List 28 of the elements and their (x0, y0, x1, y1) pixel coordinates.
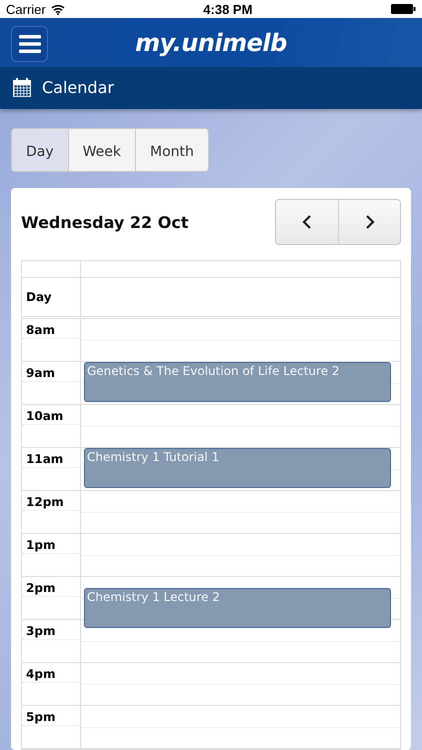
menu-icon (18, 35, 40, 54)
hour-label: 12pm (22, 491, 80, 512)
status-time: 4:38 PM (203, 2, 252, 17)
app-logo: my.unimelb (135, 28, 287, 57)
section-title: Calendar (42, 78, 114, 98)
hour-label: 5pm (22, 706, 80, 726)
previous-button[interactable] (276, 200, 338, 244)
hour-label: 8am (22, 319, 80, 340)
hour-label: 3pm (22, 620, 80, 640)
hour-label: 9am (22, 362, 80, 382)
hour-label: 1pm (22, 534, 80, 554)
chevron-right-icon (364, 215, 374, 230)
view-tab[interactable]: Month (135, 128, 208, 171)
carrier-name: Carrier (6, 2, 46, 17)
all-day-label: Day (26, 290, 52, 304)
next-button[interactable] (338, 200, 400, 244)
menu-button[interactable] (11, 26, 48, 62)
calendar-icon (12, 78, 32, 98)
wifi-icon (50, 4, 65, 15)
date-title: Wednesday 22 Oct (21, 212, 188, 232)
view-tab[interactable]: Week (68, 128, 136, 171)
hour-label: 4pm (22, 663, 80, 684)
chevron-left-icon (302, 215, 312, 230)
hour-label: 11am (22, 448, 80, 468)
hour-label: 10am (22, 405, 80, 426)
view-tab[interactable]: Day (12, 128, 68, 171)
hour-label: 2pm (22, 577, 80, 598)
battery-icon (391, 4, 416, 14)
